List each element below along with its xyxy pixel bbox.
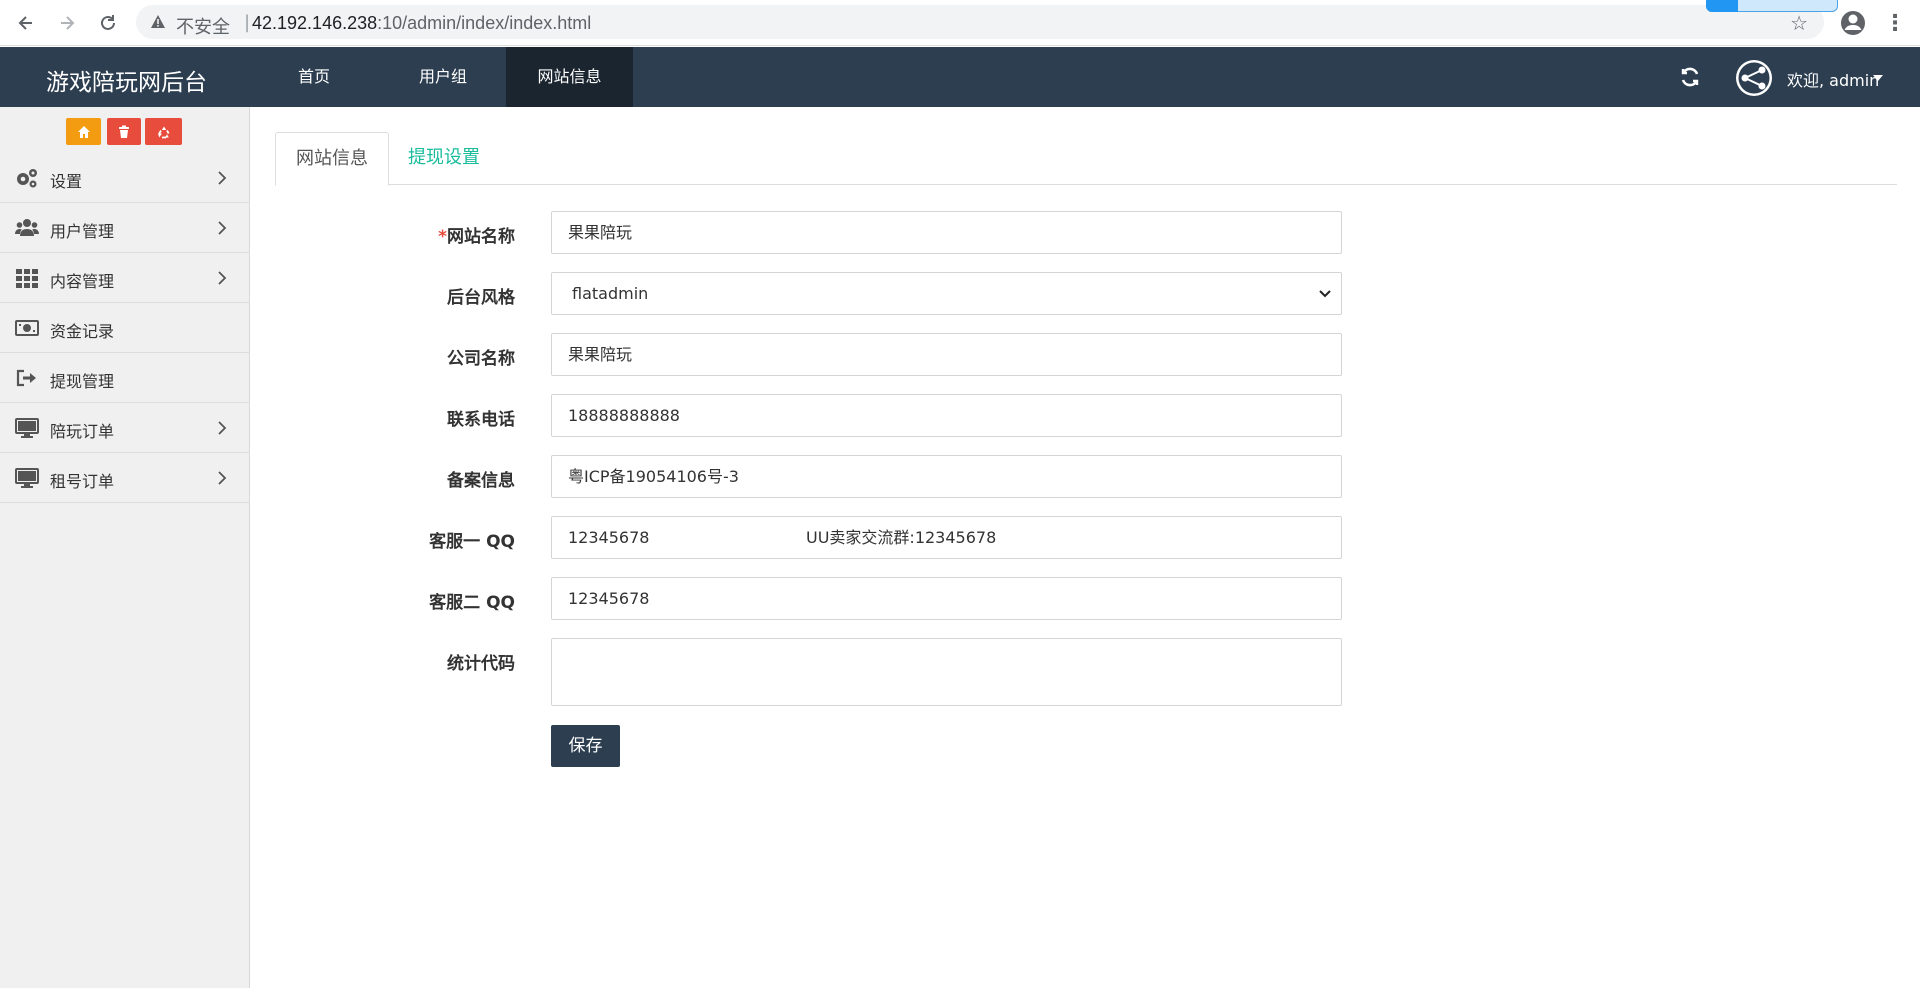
chevron-right-icon — [218, 271, 227, 285]
url-path: :10/admin/index/index.html — [377, 13, 592, 33]
chevron-down-icon — [1319, 290, 1331, 298]
stats-code-label: 统计代码 — [447, 654, 515, 674]
insecure-label: 不安全 — [176, 17, 230, 38]
site-name-input[interactable]: 果果陪玩 — [551, 211, 1342, 254]
phone-input[interactable]: 18888888888 — [551, 394, 1342, 437]
qq1-input[interactable]: 12345678 UU卖家交流群:12345678 — [551, 516, 1342, 559]
icp-input[interactable]: 粤ICP备19054106号-3 — [551, 455, 1342, 498]
gears-icon — [17, 169, 37, 188]
brand-title: 游戏陪玩网后台 — [46, 70, 207, 96]
forward-arrow-icon[interactable] — [52, 8, 82, 38]
sidebar-item-content-management[interactable]: 内容管理 — [0, 253, 250, 303]
profile-icon[interactable] — [1838, 8, 1868, 38]
browser-menu-icon[interactable]: ⋮ — [1880, 8, 1910, 38]
qq2-label: 客服二 QQ — [429, 593, 515, 613]
address-bar[interactable]: 不安全 | 42.192.146.238:10/admin/index/inde… — [136, 5, 1824, 39]
sidebar-item-fund-records[interactable]: 资金记录 — [0, 303, 250, 353]
tab-site-info[interactable]: 网站信息 — [275, 132, 389, 186]
clear-cache-button[interactable] — [107, 118, 141, 145]
home-button[interactable] — [66, 118, 101, 145]
qq1-label: 客服一 QQ — [429, 532, 515, 552]
grid-icon — [16, 269, 38, 288]
chevron-right-icon — [218, 171, 227, 185]
nav-item-home[interactable]: 首页 — [272, 47, 356, 107]
welcome-user[interactable]: 欢迎, admin — [1787, 67, 1879, 91]
admin-theme-select[interactable]: flatadmin — [551, 272, 1342, 315]
monitor-icon — [15, 468, 39, 488]
chevron-right-icon — [218, 421, 227, 435]
sidebar: 设置 用户管理 内容管理 资金记录 提现管理 陪玩订单 租号订单 — [0, 107, 250, 988]
site-name-label: *网站名称 — [315, 222, 515, 247]
sidebar-item-user-management[interactable]: 用户管理 — [0, 203, 250, 253]
tab-withdrawal-settings[interactable]: 提现设置 — [388, 132, 500, 186]
sidebar-item-label: 租号订单 — [50, 472, 115, 491]
icp-label: 备案信息 — [447, 471, 515, 491]
back-arrow-icon[interactable] — [11, 8, 41, 38]
qq1-value: 12345678 — [568, 528, 650, 547]
sidebar-toolbar — [0, 107, 250, 153]
home-icon — [77, 125, 90, 138]
company-name-input[interactable]: 果果陪玩 — [551, 333, 1342, 376]
avatar[interactable] — [1735, 59, 1773, 97]
sidebar-item-settings[interactable]: 设置 — [0, 153, 250, 203]
trash-icon — [119, 125, 129, 138]
sidebar-item-label: 设置 — [50, 172, 83, 191]
address-separator: | — [244, 12, 251, 33]
tab-bar: 网站信息 提现设置 — [275, 132, 1897, 186]
qq1-group-text: UU卖家交流群:12345678 — [806, 528, 997, 547]
sidebar-item-label: 陪玩订单 — [50, 422, 115, 441]
recycle-button[interactable] — [145, 118, 182, 145]
save-button[interactable]: 保存 — [551, 725, 620, 767]
company-name-label: 公司名称 — [447, 349, 515, 369]
admin-theme-selected: flatadmin — [572, 284, 649, 303]
nav-item-user-group[interactable]: 用户组 — [398, 47, 488, 107]
refresh-icon[interactable] — [1678, 65, 1702, 89]
sidebar-item-label: 内容管理 — [50, 272, 115, 291]
caret-down-icon[interactable] — [1873, 75, 1883, 81]
warning-icon — [151, 15, 165, 28]
sidebar-item-label: 用户管理 — [50, 222, 115, 241]
admin-theme-label: 后台风格 — [447, 288, 515, 308]
phone-label: 联系电话 — [447, 410, 515, 430]
bookmark-star-icon[interactable]: ☆ — [1790, 11, 1808, 35]
users-icon — [15, 219, 39, 236]
sign-out-icon — [16, 369, 36, 387]
site-name-label-text: 网站名称 — [447, 227, 515, 247]
required-mark: * — [438, 227, 447, 247]
browser-toolbar: 不安全 | 42.192.146.238:10/admin/index/inde… — [0, 0, 1920, 46]
sidebar-item-label: 资金记录 — [50, 322, 115, 341]
extension-tag[interactable] — [1706, 0, 1838, 12]
monitor-icon — [15, 418, 39, 438]
reload-icon[interactable] — [93, 8, 123, 38]
admin-top-nav: 游戏陪玩网后台 首页 用户组 网站信息 欢迎, admin — [0, 47, 1920, 107]
chevron-right-icon — [218, 471, 227, 485]
stats-code-textarea[interactable] — [551, 638, 1342, 706]
nav-item-site-info[interactable]: 网站信息 — [506, 47, 633, 107]
chevron-right-icon — [218, 221, 227, 235]
sidebar-item-withdrawal-management[interactable]: 提现管理 — [0, 353, 250, 403]
main-content: 网站信息 提现设置 *网站名称 果果陪玩 后台风格 flatadmin 公司名称… — [251, 107, 1920, 988]
url-text: 42.192.146.238:10/admin/index/index.html — [252, 13, 591, 34]
money-icon — [15, 320, 39, 336]
qq2-input[interactable]: 12345678 — [551, 577, 1342, 620]
url-host: 42.192.146.238 — [252, 13, 378, 33]
sidebar-item-label: 提现管理 — [50, 372, 115, 391]
recycle-icon — [157, 126, 169, 138]
sidebar-item-companion-orders[interactable]: 陪玩订单 — [0, 403, 250, 453]
sidebar-item-rental-orders[interactable]: 租号订单 — [0, 453, 250, 503]
